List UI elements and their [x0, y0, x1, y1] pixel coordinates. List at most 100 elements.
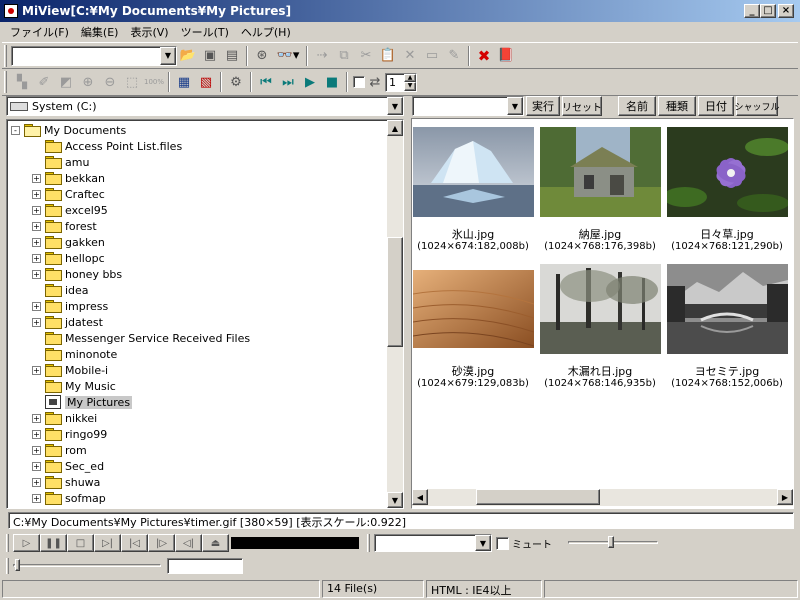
stop-icon[interactable]: □: [67, 534, 94, 552]
player-grip-2[interactable]: [367, 534, 370, 552]
menu-help[interactable]: ヘルプ(H): [235, 24, 297, 40]
scroll-right-icon[interactable]: ▶: [777, 489, 793, 505]
tree-item[interactable]: + honey bbs: [32, 266, 122, 282]
delete-x-icon[interactable]: ✕: [399, 45, 421, 67]
thumbnail[interactable]: ヨセミテ.jpg (1024×768:152,006b): [666, 264, 788, 390]
reset-button[interactable]: リセット: [562, 96, 602, 116]
next-track-icon[interactable]: ▷|: [94, 534, 121, 552]
menu-view[interactable]: 表示(V): [124, 24, 174, 40]
thumbnail[interactable]: 木漏れ日.jpg (1024×768:146,935b): [539, 264, 661, 390]
fit-window-icon[interactable]: ⬚: [121, 71, 143, 93]
maximize-button[interactable]: □: [760, 4, 776, 18]
thumbnail[interactable]: 日々草.jpg (1024×768:121,290b): [662, 127, 789, 253]
thumbnail-image-iceberg[interactable]: [412, 127, 534, 217]
tree-item[interactable]: + shuwa: [32, 474, 100, 490]
actual-size-icon[interactable]: 100%: [143, 71, 165, 93]
chevron-down-icon[interactable]: ▼: [507, 97, 523, 115]
expand-icon[interactable]: +: [32, 269, 41, 279]
pause-icon[interactable]: ❚❚: [40, 534, 67, 552]
tree-item[interactable]: My Music: [32, 378, 116, 394]
eject-icon[interactable]: ⏏: [202, 534, 229, 552]
scroll-left-icon[interactable]: ◀: [412, 489, 428, 505]
tree-item[interactable]: + rom: [32, 442, 87, 458]
tree-item[interactable]: + jdatest: [32, 314, 103, 330]
collapse-icon[interactable]: -: [11, 125, 20, 135]
volume-slider[interactable]: [568, 535, 658, 551]
tree-item[interactable]: + excel95: [32, 202, 108, 218]
shuffle-button[interactable]: シャッフル: [735, 96, 780, 116]
properties-icon[interactable]: ▤: [221, 45, 243, 67]
thumbnail-image-trees[interactable]: [539, 264, 661, 354]
rename-icon[interactable]: ✎: [443, 45, 465, 67]
thumbnail-image-flower[interactable]: [662, 127, 789, 217]
expand-icon[interactable]: +: [32, 365, 41, 375]
refresh-icon[interactable]: ⊛: [251, 45, 273, 67]
slideshow-icon[interactable]: ▧: [195, 71, 217, 93]
expand-icon[interactable]: +: [32, 413, 41, 423]
chevron-down-icon[interactable]: ▼: [475, 535, 491, 551]
brush-icon[interactable]: ✐: [33, 71, 55, 93]
cut-icon[interactable]: ✂: [355, 45, 377, 67]
tree-item[interactable]: Access Point List.files: [32, 138, 182, 154]
player-grip[interactable]: [6, 534, 9, 552]
find-binoculars-icon[interactable]: 👓▾: [273, 45, 303, 67]
chevron-down-icon[interactable]: ▼: [160, 46, 176, 65]
label-icon[interactable]: ◩: [55, 71, 77, 93]
folder-tree[interactable]: - My Documents Access Point List.files amu +…: [6, 119, 404, 509]
interval-value[interactable]: 1: [386, 74, 404, 91]
seek-grip[interactable]: [6, 558, 9, 574]
thumbnail[interactable]: 砂漠.jpg (1024×679:129,083b): [412, 264, 534, 390]
chevron-down-icon[interactable]: ▼: [387, 97, 403, 115]
mute-checkbox[interactable]: [496, 536, 509, 550]
scroll-thumb[interactable]: [476, 489, 600, 505]
address-combo[interactable]: ▼: [11, 45, 177, 66]
expand-icon[interactable]: +: [32, 445, 41, 455]
filter-combo[interactable]: ▼: [412, 96, 524, 116]
zoom-in-icon[interactable]: ⊕: [77, 71, 99, 93]
expand-icon[interactable]: +: [32, 477, 41, 487]
play-icon[interactable]: ▷: [13, 534, 40, 552]
thumbnail-view-icon[interactable]: ▦: [173, 71, 195, 93]
toolbar-grip[interactable]: [4, 44, 7, 67]
tree-item[interactable]: + gakken: [32, 234, 105, 250]
tree-item[interactable]: + impress: [32, 298, 108, 314]
thumbnail[interactable]: 氷山.jpg (1024×674:182,008b): [412, 127, 534, 253]
menu-tools[interactable]: ツール(T): [175, 24, 235, 40]
sort-type-button[interactable]: 種類: [658, 96, 696, 116]
tree-item[interactable]: + forest: [32, 218, 97, 234]
expand-icon[interactable]: +: [32, 493, 41, 503]
close-button[interactable]: ×: [778, 4, 794, 18]
expand-icon[interactable]: +: [32, 205, 41, 215]
sort-name-button[interactable]: 名前: [618, 96, 656, 116]
spin-down-icon[interactable]: ▼: [404, 82, 416, 91]
expand-icon[interactable]: +: [32, 173, 41, 183]
expand-icon[interactable]: +: [32, 237, 41, 247]
interval-spinner[interactable]: 1 ▲ ▼: [385, 72, 417, 92]
toolbar-grip-2[interactable]: [4, 71, 7, 93]
menu-edit[interactable]: 編集(E): [75, 24, 125, 40]
scroll-down-icon[interactable]: ▼: [387, 492, 403, 508]
tree-item[interactable]: Messenger Service Received Files: [32, 330, 250, 346]
expand-icon[interactable]: +: [32, 253, 41, 263]
zoom-out-icon[interactable]: ⊖: [99, 71, 121, 93]
tree-item[interactable]: + bekkan: [32, 170, 105, 186]
tree-item[interactable]: + hellopc: [32, 250, 105, 266]
tree-item[interactable]: + Craftec: [32, 186, 105, 202]
expand-icon[interactable]: +: [32, 221, 41, 231]
prev-track-icon[interactable]: |◁: [121, 534, 148, 552]
tree-item[interactable]: + sofmap: [32, 490, 106, 506]
spin-up-icon[interactable]: ▲: [404, 73, 416, 82]
open-folder-icon[interactable]: 📂: [177, 45, 199, 67]
minimize-button[interactable]: _: [744, 4, 760, 18]
tree-item[interactable]: - My Documents: [11, 122, 126, 138]
forward-icon[interactable]: |▷: [148, 534, 175, 552]
delete-icon[interactable]: ✖: [473, 45, 495, 67]
tree-item[interactable]: + nikkei: [32, 410, 97, 426]
scroll-thumb[interactable]: [387, 237, 403, 347]
arrange-icon[interactable]: ▚: [11, 71, 33, 93]
tree-item[interactable]: + Sec_ed: [32, 458, 104, 474]
save-icon[interactable]: ▣: [199, 45, 221, 67]
tree-item[interactable]: + Mobile-i: [32, 362, 108, 378]
rewind-icon[interactable]: ◁|: [175, 534, 202, 552]
thumbnail-image-desert[interactable]: [412, 264, 534, 354]
